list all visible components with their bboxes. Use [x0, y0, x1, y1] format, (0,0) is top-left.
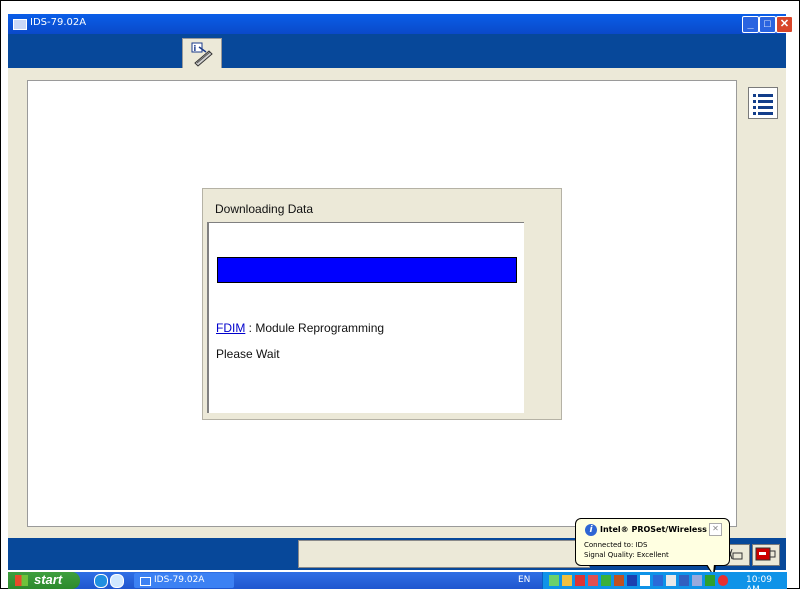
progress-bar [217, 257, 517, 283]
alert-icon[interactable] [575, 575, 585, 586]
toolbar-band [8, 34, 786, 68]
power-icon[interactable] [692, 575, 702, 586]
module-link[interactable]: FDIM [216, 321, 245, 335]
status-field [298, 540, 590, 568]
network-icon[interactable] [549, 575, 559, 586]
window-title: IDS-79.02A [30, 17, 87, 28]
usb-icon[interactable] [627, 575, 637, 586]
wireless-notification[interactable]: i Intel® PROSet/Wireless ✕ Connected to:… [575, 518, 730, 577]
taskbar-item-label: IDS-79.02A [154, 575, 205, 585]
utility-icon[interactable] [614, 575, 624, 586]
security-icon[interactable] [562, 575, 572, 586]
show-desktop-icon[interactable] [110, 574, 124, 588]
notification-title: Intel® PROSet/Wireless [600, 525, 707, 534]
update-icon[interactable] [588, 575, 598, 586]
taskbar: start IDS-79.02A EN 10:09 AM [8, 572, 787, 595]
download-dialog: Downloading Data FDIM : Module Reprogram… [202, 188, 562, 420]
print-icon[interactable] [679, 575, 689, 586]
module-message: FDIM : Module Reprogramming [216, 321, 384, 335]
dialog-body: FDIM : Module Reprogramming Please Wait [207, 222, 524, 413]
shield-icon[interactable] [718, 575, 728, 586]
display-icon[interactable] [640, 575, 650, 586]
close-button[interactable]: ✕ [776, 16, 793, 33]
module-message-text: : Module Reprogramming [245, 321, 385, 335]
internet-explorer-icon[interactable] [94, 574, 108, 588]
clock[interactable]: 10:09 AM [746, 575, 787, 595]
wireless-icon[interactable] [705, 575, 715, 586]
info-tools-icon: i [191, 42, 213, 67]
antivirus-icon[interactable] [601, 575, 611, 586]
language-indicator[interactable]: EN [518, 575, 530, 585]
notification-signal: Signal Quality: Excellent [584, 551, 669, 559]
info-icon: i [585, 524, 597, 536]
monitor-icon[interactable] [653, 575, 663, 586]
tab-info-tools[interactable]: i [182, 38, 222, 69]
svg-text:i: i [194, 44, 197, 53]
app-window-icon [13, 19, 27, 30]
start-label: start [34, 572, 63, 587]
safely-remove-icon[interactable] [666, 575, 676, 586]
start-button[interactable]: start [8, 572, 80, 589]
taskbar-item-ids[interactable]: IDS-79.02A [134, 573, 234, 588]
window-icon [140, 577, 151, 586]
maximize-button[interactable]: □ [759, 16, 776, 33]
minimize-button[interactable]: _ [742, 16, 759, 33]
vci-connector-icon[interactable] [752, 544, 780, 566]
notification-close-button[interactable]: ✕ [709, 523, 722, 536]
system-tray: 10:09 AM [542, 572, 787, 595]
windows-flag-icon [15, 575, 28, 586]
notification-connected: Connected to: IDS [584, 541, 648, 549]
window-title-bar[interactable]: IDS-79.02A _ □ ✕ [8, 14, 793, 34]
wait-message: Please Wait [216, 347, 280, 361]
menu-list-button[interactable] [748, 87, 778, 119]
dialog-title: Downloading Data [215, 202, 314, 216]
